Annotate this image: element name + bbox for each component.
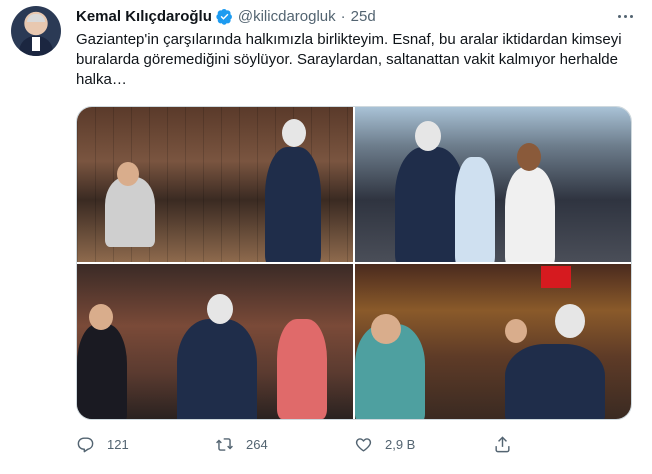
photo-3[interactable]: [77, 264, 353, 419]
photo-2[interactable]: [355, 107, 631, 262]
tweet-actions: 121 264 2,9 B: [76, 432, 632, 456]
tweet-text: Gaziantep'in çarşılarında halkımızla bir…: [76, 31, 622, 88]
retweet-button[interactable]: 264: [215, 435, 354, 454]
tweet: Kemal Kılıçdaroğlu @kilicdarogluk · 25d …: [0, 0, 652, 474]
avatar-hair: [27, 14, 45, 22]
flag: [541, 266, 571, 288]
author-handle[interactable]: @kilicdarogluk: [238, 8, 336, 25]
like-button[interactable]: 2,9 B: [354, 435, 493, 454]
retweet-icon: [216, 437, 233, 451]
avatar[interactable]: [11, 6, 61, 56]
share-button[interactable]: [493, 435, 632, 454]
more-dot-icon: [617, 14, 621, 18]
reply-icon: [77, 436, 94, 452]
more-options-button[interactable]: [614, 6, 636, 26]
timestamp[interactable]: 25d: [351, 8, 376, 25]
avatar-shirt: [32, 37, 40, 51]
reply-button[interactable]: 121: [76, 435, 215, 454]
verified-badge-icon: [216, 8, 232, 25]
photo-grid: [76, 106, 632, 420]
author-name[interactable]: Kemal Kılıçdaroğlu: [76, 8, 212, 25]
more-dot-icon: [629, 14, 633, 18]
tweet-header: Kemal Kılıçdaroğlu @kilicdarogluk · 25d: [76, 6, 376, 26]
share-icon: [495, 435, 510, 452]
photo-1[interactable]: [77, 107, 353, 262]
more-dot-icon: [623, 14, 627, 18]
like-count: 2,9 B: [385, 436, 416, 452]
retweet-count: 264: [246, 436, 268, 452]
reply-count: 121: [107, 436, 129, 452]
like-icon: [355, 437, 372, 452]
photo-4[interactable]: [355, 264, 631, 419]
dot-separator: ·: [340, 7, 346, 25]
